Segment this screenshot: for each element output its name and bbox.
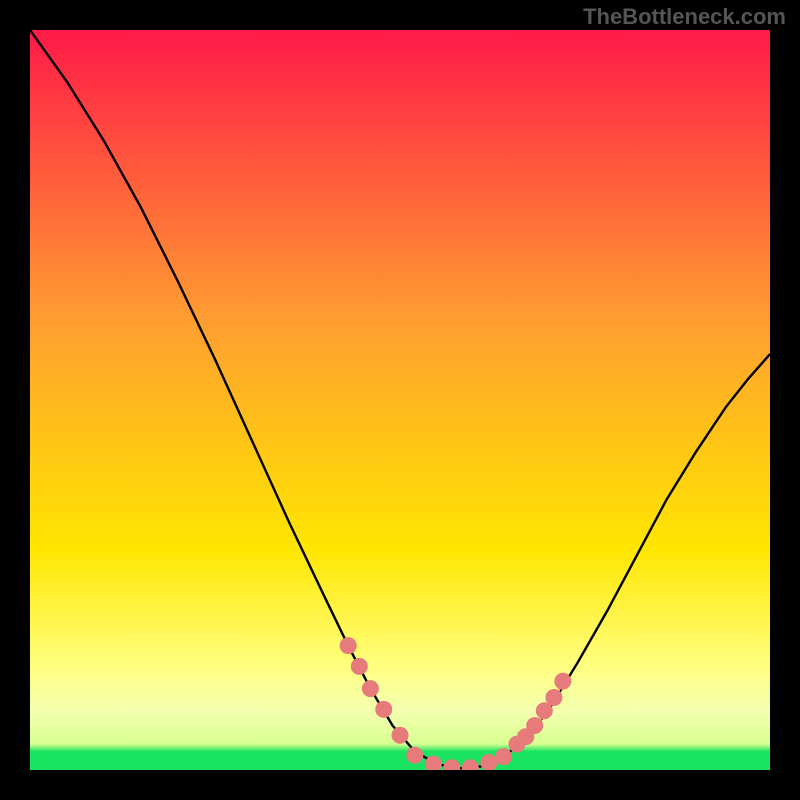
data-marker <box>375 701 392 718</box>
data-marker <box>495 748 512 765</box>
data-marker <box>406 747 423 764</box>
data-marker <box>340 637 357 654</box>
data-marker <box>392 727 409 744</box>
watermark-text: TheBottleneck.com <box>583 4 786 30</box>
gradient-background <box>30 30 770 770</box>
data-marker <box>526 717 543 734</box>
data-marker <box>554 673 571 690</box>
data-marker <box>362 680 379 697</box>
chart-svg <box>30 30 770 770</box>
data-marker <box>351 658 368 675</box>
bottleneck-chart <box>30 30 770 770</box>
data-marker <box>545 689 562 706</box>
